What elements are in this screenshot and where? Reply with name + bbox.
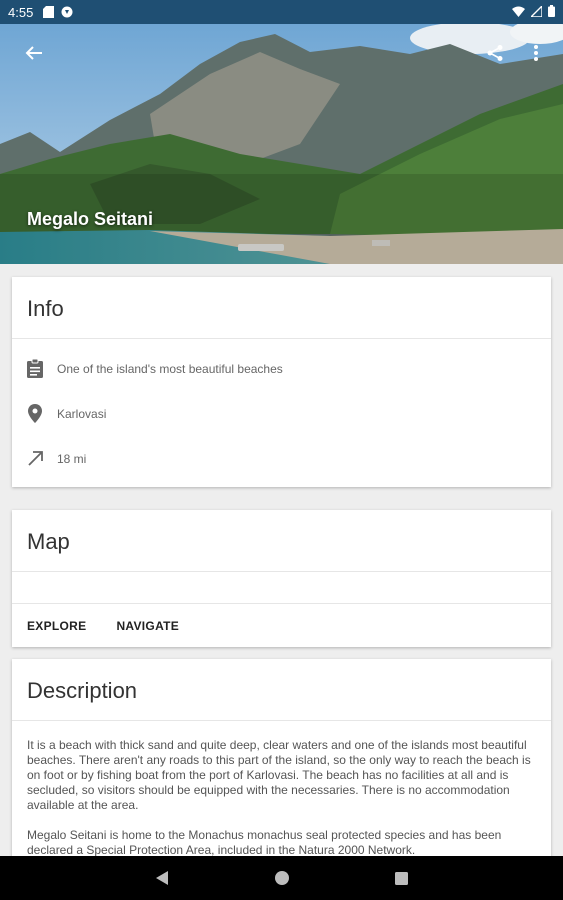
wifi-icon [512, 5, 525, 20]
more-options-button[interactable] [520, 37, 552, 69]
arrow-up-right-icon [25, 449, 45, 469]
map-view[interactable] [12, 572, 551, 604]
battery-icon [548, 4, 555, 20]
triangle-back-icon [155, 871, 168, 885]
back-nav-button[interactable] [142, 863, 182, 893]
arrow-left-icon [25, 46, 42, 60]
info-card: Info One of the island's most beautiful … [12, 277, 551, 487]
square-recents-icon [395, 871, 408, 885]
hero-image-header: Megalo Seitani [0, 24, 563, 264]
clipboard-icon [25, 359, 45, 379]
recents-nav-button[interactable] [382, 863, 422, 893]
description-body: It is a beach with thick sand and quite … [12, 721, 551, 858]
share-button[interactable] [479, 37, 511, 69]
system-navigation-bar [0, 856, 563, 900]
info-summary-text: One of the island's most beautiful beach… [57, 361, 283, 376]
info-row-summary: One of the island's most beautiful beach… [12, 346, 551, 391]
sd-card-icon [43, 6, 55, 18]
map-heading: Map [12, 510, 551, 572]
description-heading: Description [12, 659, 551, 721]
info-location-text: Karlovasi [57, 406, 107, 421]
signal-icon [529, 3, 543, 20]
share-icon [487, 45, 503, 61]
description-card: Description It is a beach with thick san… [12, 659, 551, 879]
info-row-location: Karlovasi [12, 391, 551, 436]
back-button[interactable] [18, 37, 50, 69]
more-vert-icon [534, 45, 538, 61]
info-distance-text: 18 mi [57, 451, 87, 466]
info-heading: Info [12, 277, 551, 339]
circle-home-icon [274, 871, 289, 885]
description-paragraph: It is a beach with thick sand and quite … [27, 738, 531, 812]
place-title: Megalo Seitani [27, 209, 154, 229]
map-actions: EXPLORE NAVIGATE [12, 604, 551, 648]
navigate-button[interactable]: NAVIGATE [116, 619, 179, 633]
home-nav-button[interactable] [262, 863, 302, 893]
status-bar: 4:55 [0, 0, 563, 24]
map-card: Map EXPLORE NAVIGATE [12, 510, 551, 647]
explore-button[interactable]: EXPLORE [27, 619, 86, 633]
info-row-distance: 18 mi [12, 436, 551, 481]
sync-icon [61, 6, 73, 18]
status-time: 4:55 [8, 4, 34, 20]
description-paragraph: Megalo Seitani is home to the Monachus m… [27, 828, 502, 857]
location-pin-icon [25, 404, 45, 424]
